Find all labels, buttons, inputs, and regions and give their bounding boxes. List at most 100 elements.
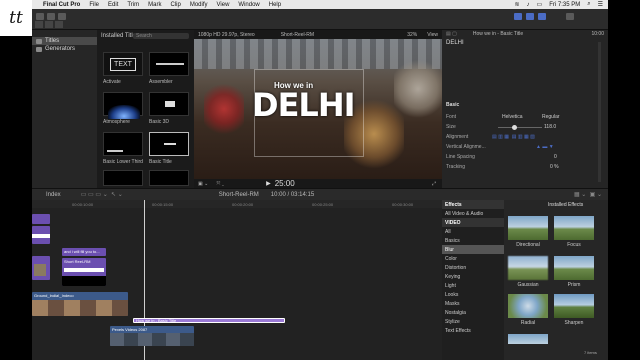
menu-modify[interactable]: Modify <box>190 2 208 8</box>
tracking-value[interactable]: 0 % <box>550 164 559 170</box>
effect-thumb-prism[interactable] <box>554 256 594 280</box>
vertical-alignment-buttons[interactable]: ▲ ▬ ▼ <box>536 144 554 150</box>
menu-list-icon[interactable]: ☰ <box>598 1 603 8</box>
search-icon[interactable]: ⌕ <box>587 1 590 8</box>
sidebar-item-titles[interactable]: Titles <box>32 37 97 45</box>
effect-thumb-radial[interactable] <box>508 294 548 318</box>
size-slider[interactable] <box>498 127 542 128</box>
clip-pexels[interactable]: Pexels Videos 2087 <box>110 326 194 346</box>
share-icon[interactable] <box>566 13 574 20</box>
inspector-title-text[interactable]: DELHI <box>446 40 464 46</box>
effects-category[interactable]: Masks <box>442 299 504 308</box>
title-thumb-basic-lower-third[interactable] <box>103 132 143 156</box>
inspector-scrollbar[interactable] <box>598 42 601 182</box>
effects-category[interactable]: Nostalgia <box>442 308 504 317</box>
clip-title-basic[interactable]: How we in - Basic Title <box>133 318 285 323</box>
timeline-ruler[interactable]: 00:00:10:00 00:00:15:00 00:00:20:00 00:0… <box>32 200 442 208</box>
clip-purple[interactable] <box>32 214 50 224</box>
title-thumb-more[interactable] <box>103 170 143 186</box>
line-spacing-value[interactable]: 0 <box>554 154 557 160</box>
viewer-project: Short-Reel-RM <box>280 31 315 38</box>
transform-icon[interactable]: ⤧ ⌄ <box>216 181 224 187</box>
browser-sidebar: Titles Generators <box>32 30 97 188</box>
effects-category[interactable]: Light <box>442 281 504 290</box>
title-thumb-atmosphere[interactable] <box>103 92 143 119</box>
fullscreen-icon[interactable]: ⤢ <box>432 181 436 187</box>
size-slider-handle[interactable] <box>512 125 517 130</box>
clip-purple-short-reel[interactable]: Short Reel-RM <box>62 258 106 286</box>
timeline[interactable]: 00:00:10:00 00:00:15:00 00:00:20:00 00:0… <box>32 200 442 360</box>
font-style-select[interactable]: Regular <box>542 114 560 120</box>
effect-thumb-gaussian[interactable] <box>508 256 548 280</box>
volume-icon[interactable]: ♪ <box>527 2 530 8</box>
edit-tools-icon[interactable]: ▭ ▭ ▭ ⌄ ↖ ⌄ <box>81 191 123 198</box>
view-options-icon[interactable]: ▣ ⌄ <box>198 181 208 187</box>
effect-thumb-more[interactable] <box>508 334 548 344</box>
vertical-alignment-row: Vertical Alignme... ▲ ▬ ▼ <box>446 144 554 150</box>
titles-icon[interactable] <box>55 21 63 28</box>
alignment-buttons[interactable]: ▤ ▥ ▦ ▤ ▥ ▦ ▧ <box>492 134 535 140</box>
wifi-icon[interactable]: ≋ <box>515 1 520 8</box>
effects-category[interactable]: Looks <box>442 290 504 299</box>
effects-category[interactable]: All Video & Audio <box>442 209 504 218</box>
menu-clock[interactable]: Fri 7:35 PM <box>549 2 580 8</box>
inspector-toggle-icon[interactable] <box>538 13 546 20</box>
timeline-project: Short-Reel-RM <box>218 191 259 198</box>
menu-window[interactable]: Window <box>238 2 259 8</box>
effect-thumb-focus[interactable] <box>554 216 594 240</box>
title-thumb-basic-3d[interactable] <box>149 92 189 116</box>
viewer-view-menu[interactable]: View <box>427 32 438 38</box>
effects-category[interactable]: Color <box>442 254 504 263</box>
viewer-format: 1080p HD 29.97p, Stereo <box>198 31 255 38</box>
library-icon[interactable] <box>35 21 43 28</box>
title-thumb-activate[interactable]: TEXT <box>103 52 143 76</box>
effects-category[interactable]: Distortion <box>442 263 504 272</box>
clip-purple-top[interactable]: and i will fill you to... <box>62 248 106 256</box>
menu-app-name[interactable]: Final Cut Pro <box>43 2 80 8</box>
effects-browser: Effects All Video & Audio VIDEO All Basi… <box>442 200 608 360</box>
title-thumb-assembler[interactable] <box>149 52 189 76</box>
checkmark-icon[interactable] <box>58 13 66 20</box>
timeline-toggle-icon[interactable] <box>526 13 534 20</box>
viewer-zoom[interactable]: 32% <box>407 32 417 38</box>
title-thumb-more[interactable] <box>149 170 189 186</box>
menu-edit[interactable]: Edit <box>108 2 118 8</box>
effect-thumb-sharpen[interactable] <box>554 294 594 318</box>
font-row: Font Helvetica Regular <box>446 114 560 120</box>
effects-category[interactable]: Basics <box>442 236 504 245</box>
photos-icon[interactable] <box>45 21 53 28</box>
effects-category-selected[interactable]: Blur <box>442 245 504 254</box>
effects-category[interactable]: Keying <box>442 272 504 281</box>
tracking-row: Tracking 0 % <box>446 164 559 170</box>
effect-thumb-directional[interactable] <box>508 216 548 240</box>
play-icon[interactable]: ▶ <box>266 180 271 187</box>
viewer-video[interactable]: How we in DELHI <box>194 39 442 179</box>
timeline-options-icon[interactable]: ▦ ⌄ ▣ ⌄ <box>574 191 602 198</box>
import-media-icon[interactable] <box>36 13 44 20</box>
menu-trim[interactable]: Trim <box>127 2 139 8</box>
keyword-icon[interactable] <box>47 13 55 20</box>
size-value[interactable]: 118.0 <box>544 124 556 130</box>
font-select[interactable]: Helvetica <box>502 114 523 120</box>
index-button[interactable]: Index <box>46 192 61 198</box>
menu-view[interactable]: View <box>217 2 230 8</box>
search-input[interactable]: Search <box>133 33 189 39</box>
effects-category[interactable]: Stylize <box>442 317 504 326</box>
clip-main-video[interactable]: Ground_India!_Indeco <box>32 292 128 316</box>
effects-category[interactable]: Text Effects <box>442 326 504 335</box>
inspector-section-basic[interactable]: Basic <box>446 102 602 109</box>
overlay-title-text[interactable]: DELHI <box>252 89 355 121</box>
menu-mark[interactable]: Mark <box>148 2 161 8</box>
effects-category[interactable]: All <box>442 227 504 236</box>
menu-clip[interactable]: Clip <box>170 2 180 8</box>
clip-purple[interactable] <box>32 226 50 244</box>
menu-file[interactable]: File <box>89 2 99 8</box>
browser-toggle-icon[interactable] <box>514 13 522 20</box>
installed-effects-label[interactable]: Installed Effects <box>548 202 583 208</box>
menu-help[interactable]: Help <box>269 2 281 8</box>
inspector-icons[interactable]: ▤ ▢ <box>446 31 457 37</box>
clip-purple[interactable] <box>32 256 50 280</box>
battery-icon[interactable]: ▭ <box>537 1 543 8</box>
title-thumb-basic-title[interactable] <box>149 132 189 156</box>
sidebar-item-generators[interactable]: Generators <box>32 45 97 53</box>
